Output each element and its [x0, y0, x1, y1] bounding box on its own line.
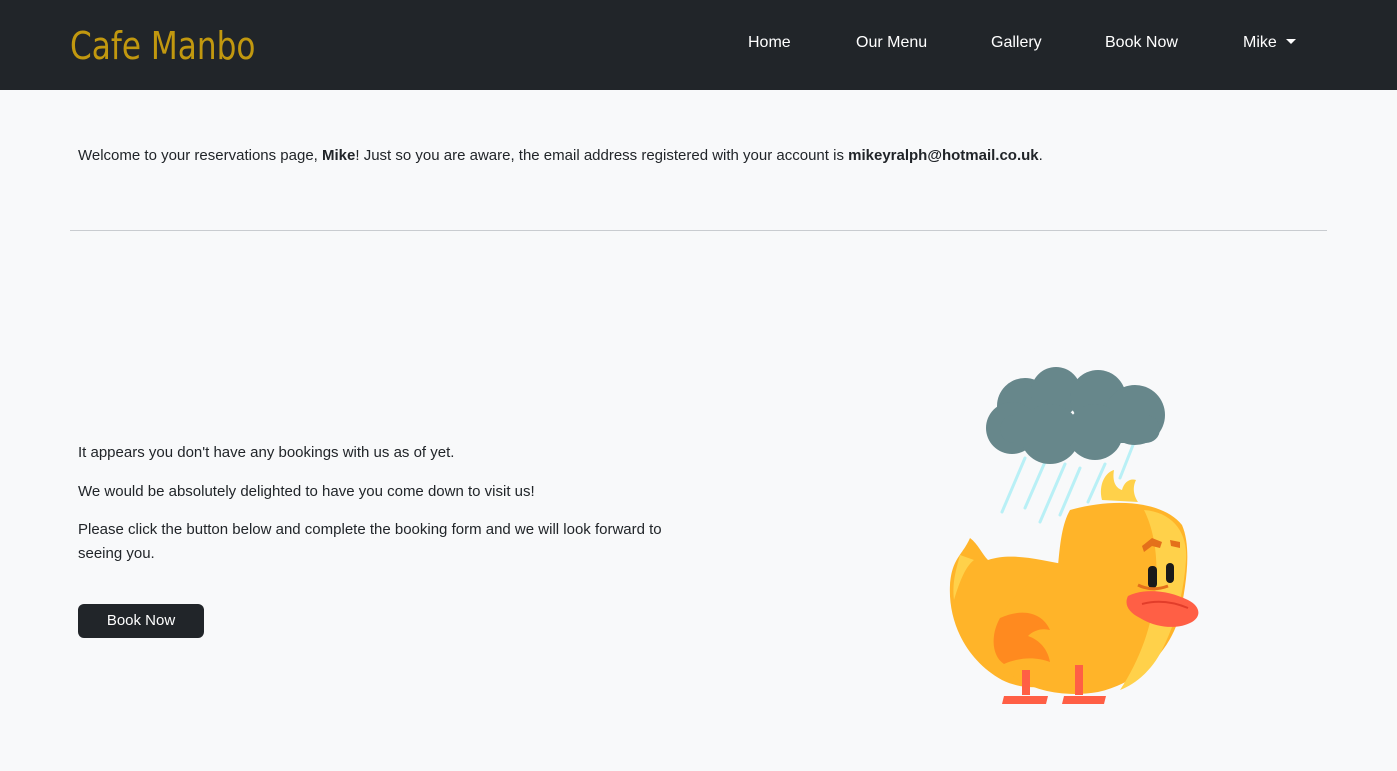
nav-link-our-menu[interactable]: Our Menu — [856, 33, 927, 53]
user-dropdown-toggle[interactable]: Mike — [1243, 33, 1296, 53]
caret-down-icon — [1285, 39, 1296, 44]
navbar: Cafe Manbo Home Our Menu Gallery Book No… — [0, 0, 1397, 90]
welcome-prefix: Welcome to your reservations page, — [78, 147, 323, 164]
welcome-email: mikeyralph@hotmail.co.uk — [848, 147, 1039, 164]
instructions-text: Please click the button below and comple… — [78, 521, 662, 562]
book-now-button[interactable]: Book Now — [78, 604, 204, 638]
no-bookings-text: It appears you don't have any bookings w… — [78, 444, 455, 461]
nav-link-home[interactable]: Home — [748, 33, 791, 53]
section-divider — [70, 230, 1327, 231]
nav-link-book-now[interactable]: Book Now — [1105, 33, 1178, 53]
nav-link-gallery[interactable]: Gallery — [991, 33, 1042, 53]
user-dropdown-label: Mike — [1243, 34, 1277, 51]
welcome-message: Welcome to your reservations page, Mike!… — [78, 146, 1338, 166]
welcome-middle: ! Just so you are aware, the email addre… — [355, 147, 849, 164]
brand-logo-link[interactable]: Cafe Manbo — [70, 22, 255, 70]
sad-duck-illustration — [930, 360, 1220, 720]
welcome-username: Mike — [322, 147, 356, 164]
invite-text: We would be absolutely delighted to have… — [78, 483, 535, 500]
sad-duck-rain-cloud-icon — [949, 367, 1199, 704]
welcome-suffix: . — [1038, 147, 1043, 164]
